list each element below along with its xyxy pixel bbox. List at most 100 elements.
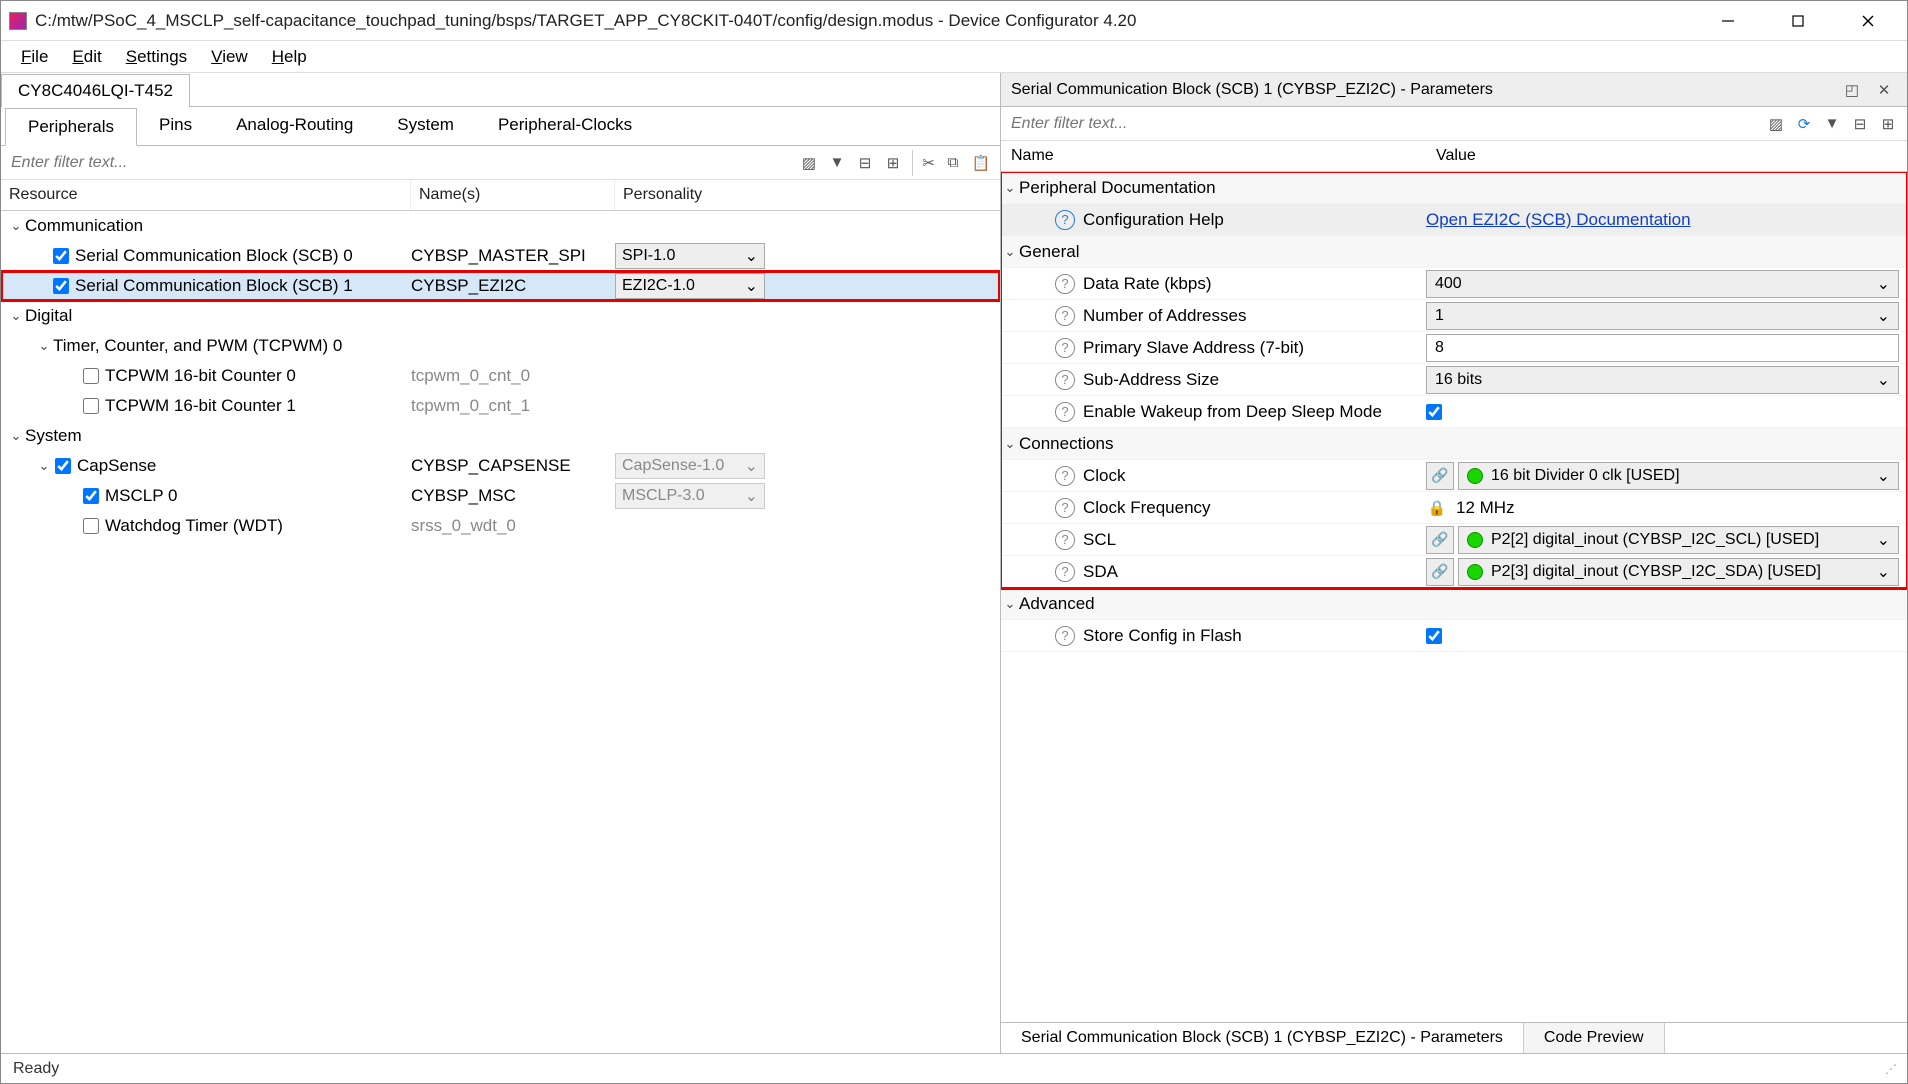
scb0-personality-combo[interactable]: SPI-1.0⌄ <box>615 243 765 269</box>
collapse-all-icon[interactable]: ⊟ <box>1847 111 1873 137</box>
scb0-checkbox[interactable] <box>53 248 69 264</box>
right-filter-input[interactable] <box>1001 109 1763 139</box>
expand-all-icon[interactable]: ⊞ <box>1875 111 1901 137</box>
left-filter-input[interactable] <box>1 148 796 178</box>
primary-address-input[interactable] <box>1426 334 1899 362</box>
cnt1-checkbox[interactable] <box>83 398 99 414</box>
help-icon[interactable]: ? <box>1055 402 1075 422</box>
device-tab[interactable]: CY8C4046LQI-T452 <box>1 74 190 107</box>
filter-icon[interactable]: ▼ <box>1819 111 1845 137</box>
tree-item-msclp[interactable]: MSCLP 0 CYBSP_MSC MSCLP-3.0⌄ <box>1 481 1000 511</box>
tree-item-scb0[interactable]: Serial Communication Block (SCB) 0 CYBSP… <box>1 241 1000 271</box>
link-icon[interactable]: 🔗 <box>1426 558 1454 586</box>
chevron-down-icon[interactable]: ⌄ <box>7 308 25 324</box>
copy-icon[interactable]: ⧉ <box>940 150 966 176</box>
group-connections[interactable]: ⌄Connections <box>1001 428 1907 460</box>
undock-icon[interactable]: ◰ <box>1839 77 1865 103</box>
paste-icon[interactable]: 📋 <box>968 150 994 176</box>
chevron-down-icon[interactable]: ⌄ <box>1001 244 1019 260</box>
menu-file[interactable]: File <box>11 43 58 71</box>
capsense-checkbox[interactable] <box>55 458 71 474</box>
close-panel-icon[interactable]: ✕ <box>1871 77 1897 103</box>
cnt1-name[interactable]: tcpwm_0_cnt_1 <box>411 396 615 416</box>
help-icon[interactable]: ? <box>1055 562 1075 582</box>
minimize-button[interactable] <box>1705 6 1751 36</box>
msclp-personality-combo[interactable]: MSCLP-3.0⌄ <box>615 483 765 509</box>
chevron-down-icon[interactable]: ⌄ <box>1001 436 1019 452</box>
scb1-name[interactable]: CYBSP_EZI2C <box>411 276 615 296</box>
tree-item-cnt0[interactable]: TCPWM 16-bit Counter 0 tcpwm_0_cnt_0 <box>1 361 1000 391</box>
help-icon[interactable]: ? <box>1055 466 1075 486</box>
tree-group-tcpwm[interactable]: ⌄Timer, Counter, and PWM (TCPWM) 0 <box>1 331 1000 361</box>
clear-filter-icon[interactable]: ▨ <box>796 150 822 176</box>
tree-group-communication[interactable]: ⌄Communication <box>1 211 1000 241</box>
tree-item-scb1[interactable]: Serial Communication Block (SCB) 1 CYBSP… <box>1 271 1000 301</box>
menu-edit[interactable]: Edit <box>62 43 111 71</box>
tab-parameters[interactable]: Serial Communication Block (SCB) 1 (CYBS… <box>1001 1023 1524 1053</box>
help-icon[interactable]: ? <box>1055 338 1075 358</box>
tree-item-wdt[interactable]: Watchdog Timer (WDT) srss_0_wdt_0 <box>1 511 1000 541</box>
scb1-checkbox[interactable] <box>53 278 69 294</box>
help-icon[interactable]: ? <box>1055 370 1075 390</box>
scb1-personality-combo[interactable]: EZI2C-1.0⌄ <box>615 273 765 299</box>
scb0-name[interactable]: CYBSP_MASTER_SPI <box>411 246 615 266</box>
peripheral-tree[interactable]: ⌄Communication Serial Communication Bloc… <box>1 211 1000 1053</box>
help-icon[interactable]: ? <box>1055 306 1075 326</box>
chevron-down-icon[interactable]: ⌄ <box>7 428 25 444</box>
cnt0-name[interactable]: tcpwm_0_cnt_0 <box>411 366 615 386</box>
tab-analog-routing[interactable]: Analog-Routing <box>214 107 375 145</box>
tree-item-capsense[interactable]: ⌄CapSense CYBSP_CAPSENSE CapSense-1.0⌄ <box>1 451 1000 481</box>
menu-help[interactable]: Help <box>262 43 317 71</box>
tab-peripheral-clocks[interactable]: Peripheral-Clocks <box>476 107 654 145</box>
menu-view[interactable]: View <box>201 43 258 71</box>
data-rate-combo[interactable]: 400⌄ <box>1426 270 1899 298</box>
group-peripheral-documentation[interactable]: ⌄Peripheral Documentation <box>1001 172 1907 204</box>
link-icon[interactable]: 🔗 <box>1426 462 1454 490</box>
tab-peripherals[interactable]: Peripherals <box>5 108 137 146</box>
tab-code-preview[interactable]: Code Preview <box>1524 1023 1665 1053</box>
wdt-name[interactable]: srss_0_wdt_0 <box>411 516 615 536</box>
refresh-icon[interactable]: ⟳ <box>1791 111 1817 137</box>
group-advanced[interactable]: ⌄Advanced <box>1001 588 1907 620</box>
store-config-checkbox[interactable] <box>1426 628 1442 644</box>
help-icon[interactable]: ? <box>1055 274 1075 294</box>
doc-link[interactable]: Open EZI2C (SCB) Documentation <box>1426 210 1691 230</box>
clock-combo[interactable]: 16 bit Divider 0 clk [USED]⌄ <box>1458 462 1899 490</box>
wdt-checkbox[interactable] <box>83 518 99 534</box>
tree-group-digital[interactable]: ⌄Digital <box>1 301 1000 331</box>
close-button[interactable] <box>1845 6 1891 36</box>
msclp-name[interactable]: CYBSP_MSC <box>411 486 615 506</box>
help-icon[interactable]: ? <box>1055 530 1075 550</box>
collapse-all-icon[interactable]: ⊟ <box>852 150 878 176</box>
cnt0-checkbox[interactable] <box>83 368 99 384</box>
help-icon[interactable]: ? <box>1055 626 1075 646</box>
wakeup-checkbox[interactable] <box>1426 404 1442 420</box>
clear-filter-icon[interactable]: ▨ <box>1763 111 1789 137</box>
tab-system[interactable]: System <box>375 107 476 145</box>
sda-combo[interactable]: P2[3] digital_inout (CYBSP_I2C_SDA) [USE… <box>1458 558 1899 586</box>
tab-pins[interactable]: Pins <box>137 107 214 145</box>
parameter-tree[interactable]: ⌄Peripheral Documentation ?Configuration… <box>1001 172 1907 1022</box>
maximize-button[interactable] <box>1775 6 1821 36</box>
capsense-name[interactable]: CYBSP_CAPSENSE <box>411 456 615 476</box>
help-icon[interactable]: ? <box>1055 498 1075 518</box>
tree-item-cnt1[interactable]: TCPWM 16-bit Counter 1 tcpwm_0_cnt_1 <box>1 391 1000 421</box>
sub-address-combo[interactable]: 16 bits⌄ <box>1426 366 1899 394</box>
menu-settings[interactable]: Settings <box>116 43 197 71</box>
filter-icon[interactable]: ▼ <box>824 150 850 176</box>
chevron-down-icon[interactable]: ⌄ <box>1001 596 1019 612</box>
expand-all-icon[interactable]: ⊞ <box>880 150 906 176</box>
chevron-down-icon[interactable]: ⌄ <box>7 218 25 234</box>
group-general[interactable]: ⌄General <box>1001 236 1907 268</box>
msclp-checkbox[interactable] <box>83 488 99 504</box>
chevron-down-icon[interactable]: ⌄ <box>1001 180 1019 196</box>
resize-grip-icon[interactable]: ⋰ <box>1885 1062 1895 1076</box>
chevron-down-icon[interactable]: ⌄ <box>35 458 53 474</box>
scl-combo[interactable]: P2[2] digital_inout (CYBSP_I2C_SCL) [USE… <box>1458 526 1899 554</box>
tree-group-system[interactable]: ⌄System <box>1 421 1000 451</box>
num-addresses-combo[interactable]: 1⌄ <box>1426 302 1899 330</box>
chevron-down-icon[interactable]: ⌄ <box>35 338 53 354</box>
link-icon[interactable]: 🔗 <box>1426 526 1454 554</box>
capsense-personality-combo[interactable]: CapSense-1.0⌄ <box>615 453 765 479</box>
cut-icon[interactable]: ✂ <box>912 150 938 176</box>
